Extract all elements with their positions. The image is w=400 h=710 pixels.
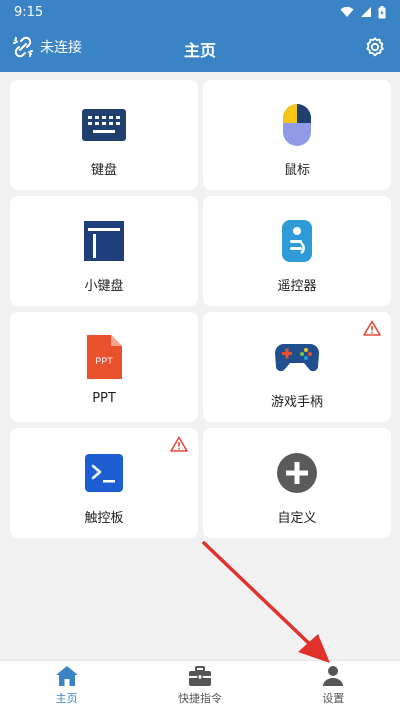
nav-home[interactable]: 主页 bbox=[0, 661, 133, 710]
tile-custom[interactable]: 自定义 bbox=[203, 428, 391, 538]
settings-button[interactable] bbox=[364, 36, 386, 62]
tile-touchpad[interactable]: 触控板 bbox=[10, 428, 198, 538]
ppt-file-icon: PPT bbox=[87, 335, 122, 379]
tile-label: 触控板 bbox=[84, 511, 124, 526]
wifi-icon bbox=[340, 6, 354, 17]
page-title: 主页 bbox=[183, 41, 216, 60]
nav-label: 快捷指令 bbox=[177, 692, 222, 705]
nav-label: 主页 bbox=[55, 692, 78, 705]
toolbox-icon bbox=[188, 666, 211, 686]
status-time: 9:15 bbox=[14, 4, 44, 20]
person-icon bbox=[323, 666, 344, 686]
ppt-icon-text: PPT bbox=[95, 356, 113, 366]
mouse-icon bbox=[283, 104, 311, 146]
warning-icon bbox=[363, 320, 381, 336]
nav-label: 设置 bbox=[322, 692, 345, 705]
nav-settings[interactable]: 设置 bbox=[267, 661, 400, 710]
tile-label: 自定义 bbox=[277, 511, 317, 526]
tile-label: 键盘 bbox=[90, 163, 117, 178]
app-bar: 未连接 主页 bbox=[0, 24, 400, 72]
tile-label: PPT bbox=[92, 391, 116, 406]
tile-mouse[interactable]: 鼠标 bbox=[203, 80, 391, 190]
tile-ppt[interactable]: PPT PPT bbox=[10, 312, 198, 422]
tile-label: 小键盘 bbox=[84, 279, 124, 294]
tile-numpad[interactable]: 小键盘 bbox=[10, 196, 198, 306]
tile-label: 遥控器 bbox=[277, 279, 317, 294]
gear-icon bbox=[366, 37, 384, 57]
plus-circle-icon bbox=[277, 453, 317, 493]
battery-icon bbox=[378, 5, 386, 18]
tile-label: 鼠标 bbox=[283, 163, 310, 178]
gamepad-icon bbox=[275, 344, 319, 372]
tile-keyboard[interactable]: 键盘 bbox=[10, 80, 198, 190]
numpad-icon bbox=[84, 221, 124, 261]
keyboard-icon bbox=[82, 109, 126, 141]
tile-remote[interactable]: 遥控器 bbox=[203, 196, 391, 306]
home-icon bbox=[55, 666, 78, 686]
warning-icon bbox=[170, 436, 188, 452]
bottom-nav: 主页 快捷指令 设置 bbox=[0, 660, 400, 710]
remote-control-icon bbox=[282, 220, 312, 262]
tile-gamepad[interactable]: 游戏手柄 bbox=[203, 312, 391, 422]
function-grid: 键盘 鼠标 小键盘 遥控器 PPT PPT 游戏手柄 触控板 自定义 bbox=[10, 80, 391, 538]
terminal-touchpad-icon bbox=[85, 454, 123, 492]
nav-shortcuts[interactable]: 快捷指令 bbox=[133, 661, 266, 710]
signal-icon bbox=[361, 7, 371, 17]
tile-label: 游戏手柄 bbox=[270, 395, 323, 410]
status-bar: 9:15 bbox=[0, 0, 400, 24]
